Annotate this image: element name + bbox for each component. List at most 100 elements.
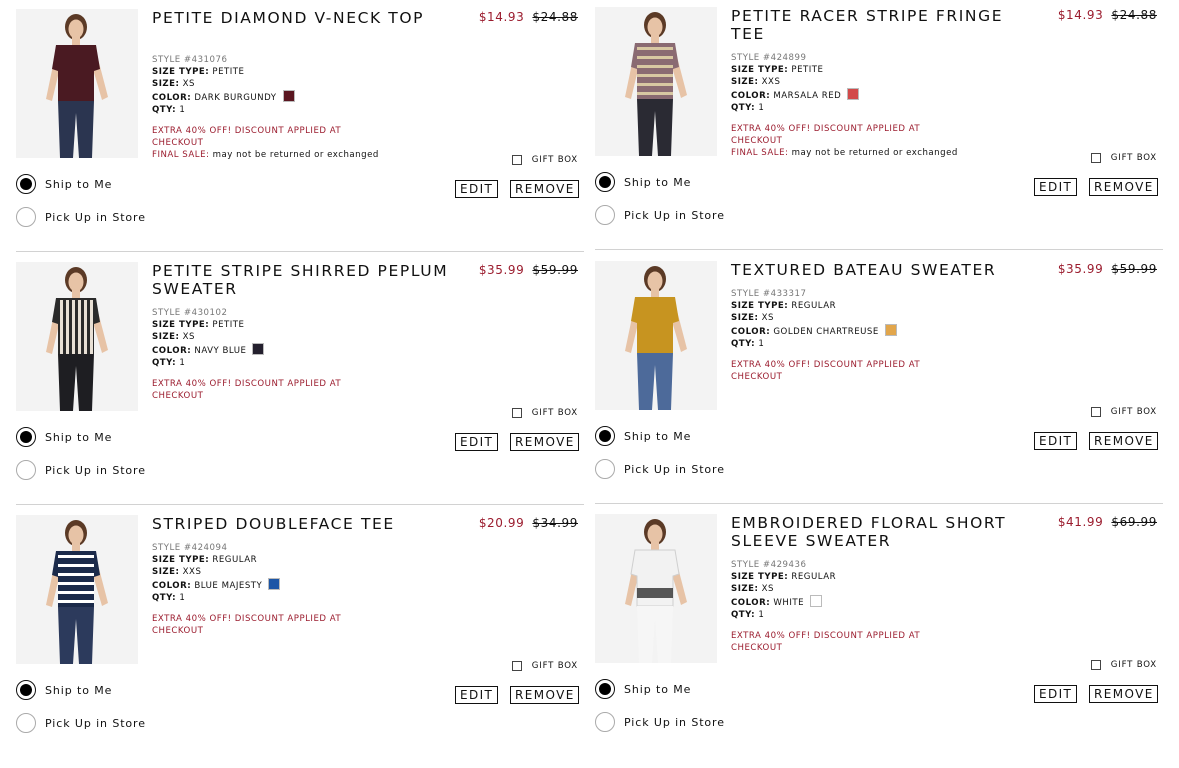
pick-up-in-store-option[interactable]: Pick Up in Store xyxy=(595,205,725,225)
pick-up-in-store-option[interactable]: Pick Up in Store xyxy=(16,460,146,480)
size-type-label: SIZE TYPE: xyxy=(152,555,210,565)
product-title[interactable]: TEXTURED BATEAU SWEATER xyxy=(731,261,1031,279)
gift-box-checkbox[interactable] xyxy=(511,661,522,671)
color: COLOR: WHITE xyxy=(731,595,991,609)
size-type-value: PETITE xyxy=(212,67,245,77)
size-type-label: SIZE TYPE: xyxy=(731,572,789,582)
remove-button[interactable]: REMOVE xyxy=(510,686,579,704)
pick-up-in-store-label: Pick Up in Store xyxy=(624,462,725,476)
pick-up-in-store-label: Pick Up in Store xyxy=(624,715,725,729)
gift-box-option[interactable]: GIFT BOX xyxy=(511,155,578,165)
size: SIZE: XS xyxy=(731,583,991,595)
pick-up-in-store-label: Pick Up in Store xyxy=(624,208,725,222)
product-title[interactable]: PETITE RACER STRIPE FRINGE TEE xyxy=(731,7,1031,43)
size-type-label: SIZE TYPE: xyxy=(152,320,210,330)
style-number: STYLE #424094 xyxy=(152,543,228,553)
pick-up-in-store-radio[interactable] xyxy=(595,459,615,479)
pick-up-in-store-radio[interactable] xyxy=(16,460,36,480)
pick-up-in-store-option[interactable]: Pick Up in Store xyxy=(595,712,725,732)
gift-box-option[interactable]: GIFT BOX xyxy=(1090,407,1157,417)
size-label: SIZE: xyxy=(731,313,759,323)
size-type: SIZE TYPE: REGULAR xyxy=(152,554,412,566)
qty-label: QTY: xyxy=(152,358,177,368)
gift-box-checkbox[interactable] xyxy=(1090,660,1101,670)
remove-button[interactable]: REMOVE xyxy=(1089,178,1158,196)
quantity: QTY: 1 xyxy=(731,102,991,114)
pick-up-in-store-radio[interactable] xyxy=(595,205,615,225)
size-type-value: PETITE xyxy=(212,320,245,330)
product-image[interactable] xyxy=(16,515,138,664)
ship-to-me-radio[interactable] xyxy=(595,679,615,699)
product-title[interactable]: STRIPED DOUBLEFACE TEE xyxy=(152,515,452,533)
edit-button[interactable]: EDIT xyxy=(455,180,498,198)
color-label: COLOR: xyxy=(152,581,192,591)
gift-box-option[interactable]: GIFT BOX xyxy=(511,408,578,418)
ship-to-me-option[interactable]: Ship to Me xyxy=(16,427,112,447)
color: COLOR: MARSALA RED xyxy=(731,88,991,102)
qty-value: 1 xyxy=(758,339,765,349)
pick-up-in-store-radio[interactable] xyxy=(16,713,36,733)
size: SIZE: XXS xyxy=(731,76,991,88)
product-image[interactable] xyxy=(16,9,138,158)
product-image[interactable] xyxy=(595,261,717,410)
product-image[interactable] xyxy=(595,7,717,156)
product-title[interactable]: EMBROIDERED FLORAL SHORT SLEEVE SWEATER xyxy=(731,514,1031,550)
ship-to-me-option[interactable]: Ship to Me xyxy=(16,680,112,700)
ship-to-me-radio[interactable] xyxy=(16,680,36,700)
remove-button[interactable]: REMOVE xyxy=(1089,685,1158,703)
item-divider xyxy=(595,503,1163,504)
qty-label: QTY: xyxy=(731,339,756,349)
edit-button[interactable]: EDIT xyxy=(455,433,498,451)
gift-box-checkbox[interactable] xyxy=(511,408,522,418)
product-title[interactable]: PETITE DIAMOND V-NECK TOP xyxy=(152,9,452,27)
ship-to-me-radio[interactable] xyxy=(16,174,36,194)
promo-message: EXTRA 40% OFF! DISCOUNT APPLIED AT CHECK… xyxy=(152,379,342,401)
gift-box-checkbox[interactable] xyxy=(511,155,522,165)
original-price: $59.99 xyxy=(1111,262,1157,276)
ship-to-me-option[interactable]: Ship to Me xyxy=(595,679,691,699)
qty-label: QTY: xyxy=(152,593,177,603)
edit-button[interactable]: EDIT xyxy=(1034,178,1077,196)
size-label: SIZE: xyxy=(731,77,759,87)
gift-box-option[interactable]: GIFT BOX xyxy=(511,661,578,671)
color-swatch xyxy=(252,343,265,355)
color: COLOR: GOLDEN CHARTREUSE xyxy=(731,324,991,338)
pick-up-in-store-radio[interactable] xyxy=(595,712,615,732)
gift-box-checkbox[interactable] xyxy=(1090,153,1101,163)
color: COLOR: DARK BURGUNDY xyxy=(152,90,412,104)
ship-to-me-label: Ship to Me xyxy=(624,175,692,189)
ship-to-me-radio[interactable] xyxy=(16,427,36,447)
product-title[interactable]: PETITE STRIPE SHIRRED PEPLUM SWEATER xyxy=(152,262,452,298)
remove-button[interactable]: REMOVE xyxy=(510,180,579,198)
sale-price: $14.93 xyxy=(1057,8,1104,22)
color-value: NAVY BLUE xyxy=(194,346,247,356)
cart-item: PETITE DIAMOND V-NECK TOP $14.93 $24.88 STY… xyxy=(16,9,584,262)
final-sale-label: FINAL SALE: xyxy=(152,150,210,160)
item-divider xyxy=(16,251,584,252)
gift-box-option[interactable]: GIFT BOX xyxy=(1090,153,1157,163)
ship-to-me-option[interactable]: Ship to Me xyxy=(16,174,112,194)
remove-button[interactable]: REMOVE xyxy=(1089,432,1158,450)
pick-up-in-store-option[interactable]: Pick Up in Store xyxy=(595,459,725,479)
pick-up-in-store-option[interactable]: Pick Up in Store xyxy=(16,713,146,733)
edit-button[interactable]: EDIT xyxy=(1034,432,1077,450)
ship-to-me-option[interactable]: Ship to Me xyxy=(595,426,691,446)
edit-button[interactable]: EDIT xyxy=(455,686,498,704)
gift-box-option[interactable]: GIFT BOX xyxy=(1090,660,1157,670)
original-price: $59.99 xyxy=(532,263,578,277)
sale-price: $20.99 xyxy=(478,516,525,530)
ship-to-me-radio[interactable] xyxy=(595,426,615,446)
pick-up-in-store-option[interactable]: Pick Up in Store xyxy=(16,207,146,227)
remove-button[interactable]: REMOVE xyxy=(510,433,579,451)
gift-box-checkbox[interactable] xyxy=(1090,407,1101,417)
ship-to-me-option[interactable]: Ship to Me xyxy=(595,172,691,192)
product-image[interactable] xyxy=(16,262,138,411)
ship-to-me-radio[interactable] xyxy=(595,172,615,192)
product-image[interactable] xyxy=(595,514,717,663)
gift-box-label: GIFT BOX xyxy=(1110,153,1157,163)
edit-button[interactable]: EDIT xyxy=(1034,685,1077,703)
pick-up-in-store-radio[interactable] xyxy=(16,207,36,227)
color-label: COLOR: xyxy=(152,93,192,103)
size-type-value: REGULAR xyxy=(212,555,258,565)
ship-to-me-label: Ship to Me xyxy=(624,682,692,696)
